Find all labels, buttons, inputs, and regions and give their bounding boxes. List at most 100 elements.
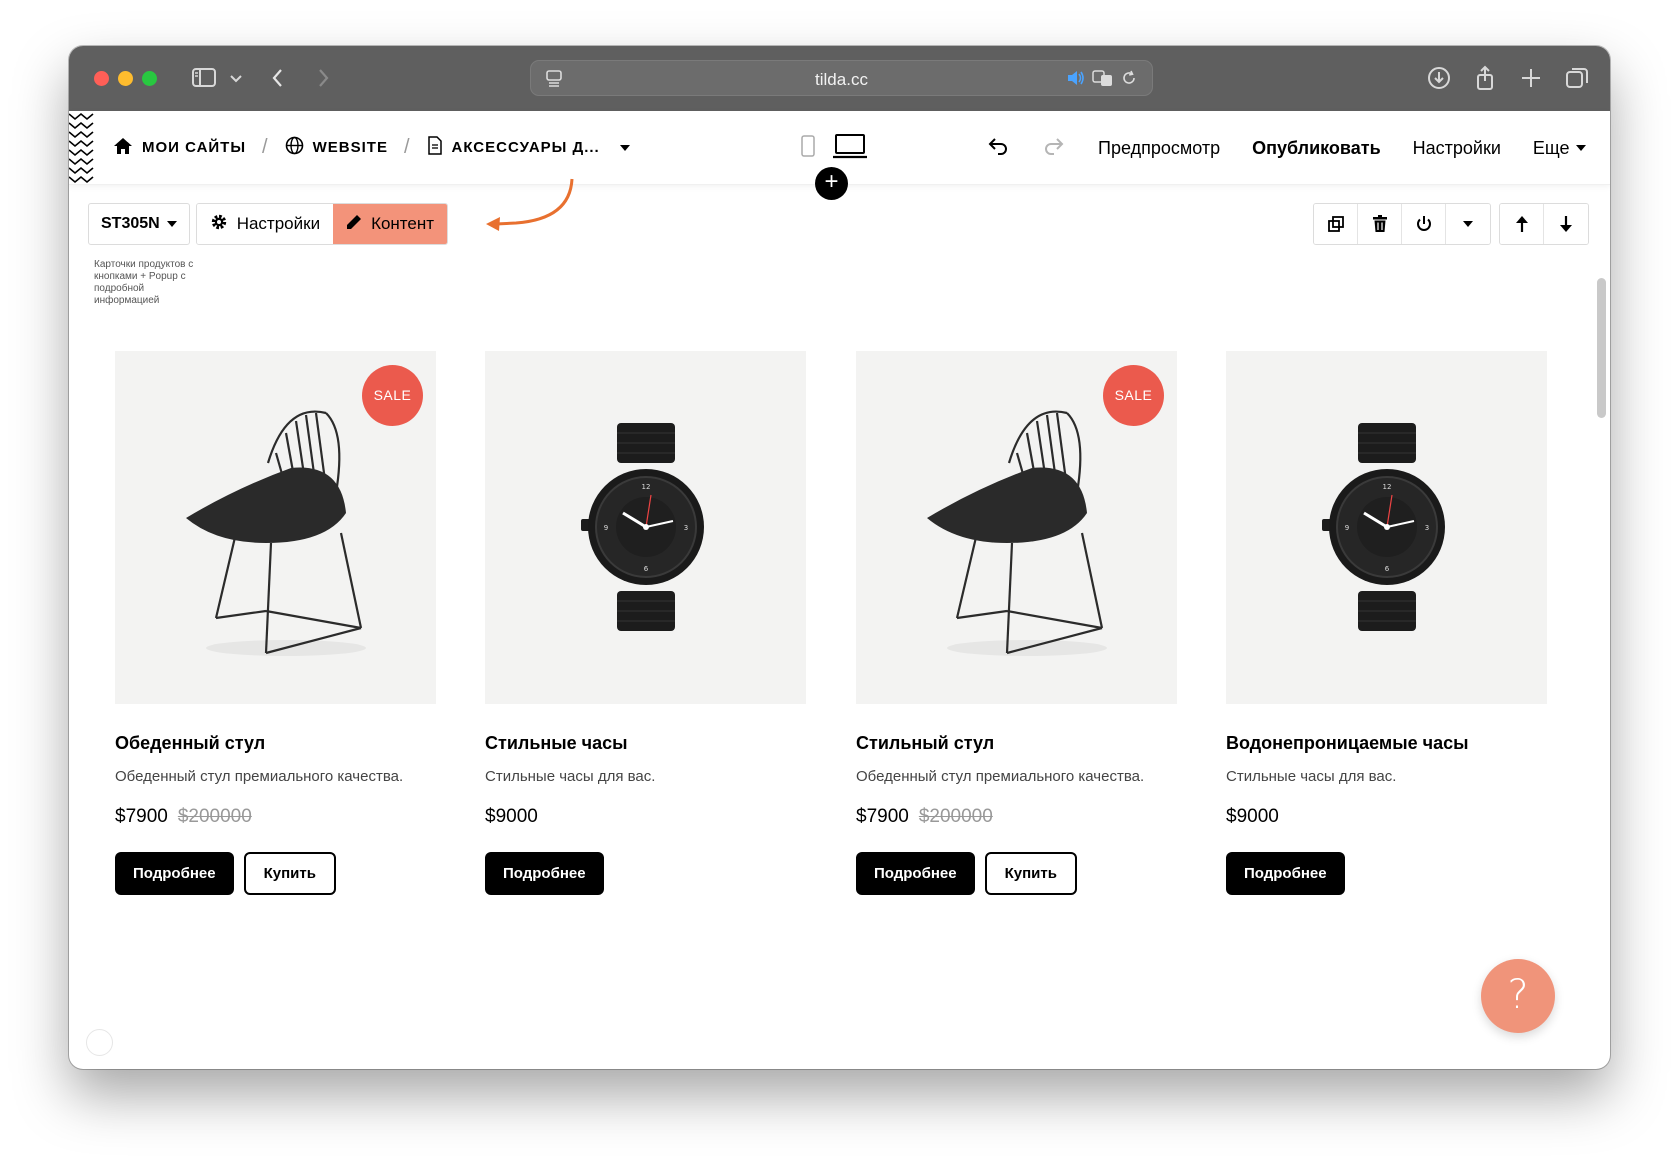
pencil-icon	[346, 214, 362, 235]
breadcrumb: МОИ САЙТЫ / WEBSITE / АКСЕССУАРЫ Д...	[113, 136, 631, 159]
more-label: Еще	[1532, 138, 1570, 158]
product-description: Стильные часы для вас.	[485, 768, 656, 785]
settings-link[interactable]: Настройки	[1413, 138, 1501, 159]
watch-image: 12 3 6 9	[580, 422, 704, 631]
move-up-icon[interactable]	[1500, 204, 1544, 244]
mobile-view-icon[interactable]	[801, 135, 815, 162]
product-image[interactable]: SALE	[856, 351, 1177, 704]
block-move-group	[1499, 203, 1589, 245]
caret-down-icon	[1575, 145, 1586, 151]
product-title: Водонепроницаемые часы	[1226, 733, 1469, 753]
minimize-window-button[interactable]	[118, 71, 133, 86]
maximize-window-button[interactable]	[142, 71, 157, 86]
buy-button[interactable]: Купить	[984, 852, 1077, 895]
breadcrumb-page[interactable]: АКСЕССУАРЫ Д...	[427, 136, 631, 159]
more-menu[interactable]: Еще	[1533, 138, 1586, 159]
svg-text:12: 12	[1382, 483, 1391, 491]
product-price-row: $7900 $200000	[115, 806, 436, 828]
status-indicator[interactable]	[86, 1029, 113, 1056]
power-icon[interactable]	[1402, 204, 1446, 244]
browser-window: tilda.cc МОИ САЙТЫ / WEBSITE / АКСЕССУАР…	[69, 46, 1610, 1069]
product-image[interactable]: SALE	[115, 351, 436, 704]
sidebar-toggle-icon[interactable]	[190, 64, 218, 92]
more-button[interactable]: Подробнее	[485, 852, 604, 895]
new-tab-icon[interactable]	[1517, 64, 1545, 92]
product-card: 12 3 6 9 Водонепроницаемые часы Стильные…	[1226, 351, 1547, 895]
product-description: Обеденный стул премиального качества.	[115, 768, 404, 785]
gear-icon	[210, 213, 228, 236]
speaker-icon[interactable]	[1066, 69, 1086, 92]
redo-icon[interactable]	[1042, 136, 1066, 161]
block-settings-label: Настройки	[236, 214, 321, 233]
close-window-button[interactable]	[94, 71, 109, 86]
sale-badge: SALE	[1103, 365, 1164, 426]
product-buttons: Подробнее	[485, 852, 806, 895]
block-actions-toolbar	[1313, 203, 1589, 245]
block-content-button[interactable]: Контент	[333, 204, 448, 244]
translate-icon[interactable]	[1092, 69, 1114, 92]
buy-button[interactable]: Купить	[243, 852, 336, 895]
reload-icon[interactable]	[1120, 69, 1138, 92]
more-button[interactable]: Подробнее	[856, 852, 975, 895]
page-icon	[427, 136, 443, 159]
product-image[interactable]: 12 3 6 9	[485, 351, 806, 704]
more-button[interactable]: Подробнее	[115, 852, 234, 895]
chair-image	[926, 410, 1107, 656]
caret-down-icon[interactable]	[619, 139, 631, 156]
device-switcher	[801, 133, 867, 164]
browser-toolbar: tilda.cc	[69, 46, 1610, 111]
tab-overview-icon[interactable]	[1563, 64, 1591, 92]
block-code: ST305N	[101, 215, 160, 232]
breadcrumb-my-sites[interactable]: МОИ САЙТЫ	[113, 137, 246, 159]
product-old-price: $200000	[177, 806, 252, 827]
move-down-icon[interactable]	[1544, 204, 1588, 244]
breadcrumb-separator: /	[262, 136, 269, 158]
product-buttons: Подробнее	[1226, 852, 1547, 895]
breadcrumb-website[interactable]: WEBSITE	[285, 136, 388, 159]
topbar-actions: Предпросмотр Опубликовать Настройки Еще	[986, 136, 1586, 161]
svg-text:3: 3	[1424, 524, 1428, 532]
more-button[interactable]: Подробнее	[1226, 852, 1345, 895]
breadcrumb-label: WEBSITE	[312, 139, 388, 156]
product-card: 12 3 6 9 Стильные часы Стильные часы для…	[485, 351, 806, 895]
address-bar[interactable]: tilda.cc	[530, 60, 1153, 96]
duplicate-icon[interactable]	[1314, 204, 1358, 244]
block-description: Карточки продуктов с кнопками + Popup с …	[94, 259, 194, 306]
breadcrumb-separator: /	[403, 136, 411, 158]
svg-text:6: 6	[1384, 565, 1389, 573]
forward-icon[interactable]	[309, 64, 337, 92]
product-price-row: $9000	[485, 806, 806, 828]
block-actions-group	[1313, 203, 1491, 245]
svg-text:12: 12	[641, 483, 650, 491]
url-text: tilda.cc	[815, 70, 868, 89]
block-code-select[interactable]: ST305N	[88, 203, 190, 245]
block-content-label: Контент	[371, 214, 435, 233]
product-price: $7900	[856, 806, 909, 827]
product-old-price: $200000	[918, 806, 993, 827]
product-title: Обеденный стул	[115, 733, 266, 753]
add-block-button[interactable]: +	[815, 167, 848, 200]
product-card: SALE Стильный стул Обеденный стул премиа…	[856, 351, 1177, 895]
sale-badge: SALE	[362, 365, 423, 426]
block-settings-button[interactable]: Настройки	[196, 204, 334, 244]
caret-down-icon[interactable]	[1446, 204, 1490, 244]
download-icon[interactable]	[1425, 64, 1453, 92]
publish-button[interactable]: Опубликовать	[1252, 138, 1381, 159]
preview-link[interactable]: Предпросмотр	[1098, 138, 1220, 159]
product-card: SALE Обеденный стул Обеденный стул преми…	[115, 351, 436, 895]
back-icon[interactable]	[264, 64, 292, 92]
svg-text:9: 9	[1344, 524, 1348, 532]
trash-icon[interactable]	[1358, 204, 1402, 244]
scrollbar-thumb[interactable]	[1597, 278, 1606, 418]
product-image[interactable]: 12 3 6 9	[1226, 351, 1547, 704]
caret-down-icon	[166, 220, 177, 227]
product-buttons: Подробнее Купить	[856, 852, 1177, 895]
undo-icon[interactable]	[986, 136, 1010, 161]
product-description: Стильные часы для вас.	[1226, 768, 1397, 785]
chevron-down-icon[interactable]	[222, 64, 250, 92]
help-button[interactable]: ?	[1481, 959, 1555, 1033]
share-icon[interactable]	[1471, 64, 1499, 92]
desktop-view-icon[interactable]	[833, 133, 867, 164]
product-title: Стильные часы	[485, 733, 628, 753]
home-icon	[113, 137, 133, 159]
